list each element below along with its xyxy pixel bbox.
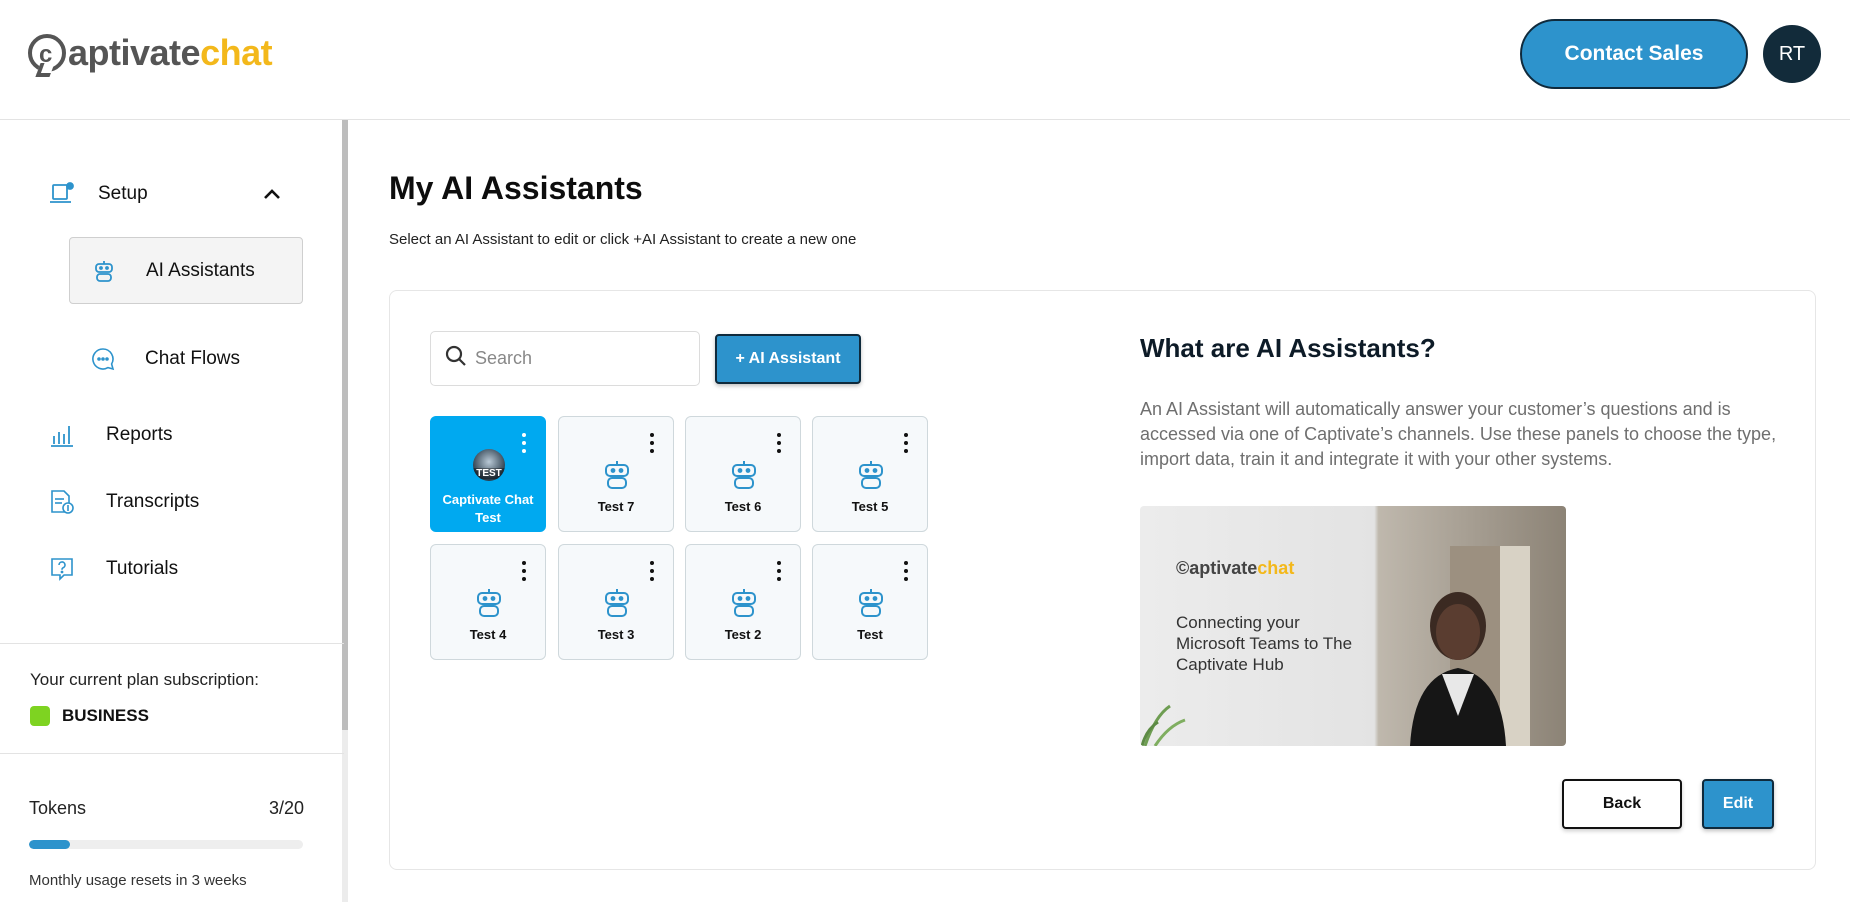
back-button[interactable]: Back	[1562, 779, 1682, 829]
question-icon	[48, 555, 76, 583]
sidebar-item-label: Chat Flows	[145, 348, 241, 369]
sidebar-item-label: Reports	[106, 424, 173, 445]
sidebar-item-tutorials[interactable]: Tutorials	[48, 553, 288, 585]
assistant-tile[interactable]: Test	[812, 544, 928, 660]
more-options-icon[interactable]	[649, 561, 655, 581]
tokens-reset-note: Monthly usage resets in 3 weeks	[29, 872, 247, 889]
assistant-thumbnail: TEST	[473, 449, 505, 481]
assistant-tile[interactable]: Test 7	[558, 416, 674, 532]
search-box[interactable]	[430, 331, 700, 386]
logo-text-accent: chat	[200, 32, 273, 73]
plan-label: Your current plan subscription:	[30, 670, 260, 689]
more-options-icon[interactable]	[776, 433, 782, 453]
tokens-progress-fill	[29, 840, 71, 849]
robot-icon	[477, 589, 501, 617]
assistant-name: Test 4	[469, 627, 507, 642]
info-description: An AI Assistant will automatically answe…	[1140, 399, 1777, 469]
tutorial-video-thumbnail[interactable]: ©aptivatechat Connecting your Microsoft …	[1140, 506, 1566, 746]
plan-badge: BUSINESS	[30, 706, 149, 726]
more-options-icon[interactable]	[521, 561, 527, 581]
robot-icon	[859, 589, 883, 617]
robot-icon	[732, 461, 756, 489]
sidebar-item-label: AI Assistants	[146, 259, 255, 281]
setup-laptop-icon	[48, 180, 76, 208]
assistant-name: Test 3	[597, 627, 635, 642]
sidebar-item-setup[interactable]: Setup	[48, 178, 288, 210]
sidebar-item-transcripts[interactable]: Transcripts	[48, 486, 288, 518]
assistant-tile[interactable]: Test 5	[812, 416, 928, 532]
assistant-tile[interactable]: Test 6	[685, 416, 801, 532]
robot-icon	[90, 257, 118, 285]
robot-icon	[605, 461, 629, 489]
page-title: My AI Assistants	[389, 170, 643, 206]
plant-decoration	[1140, 704, 1186, 746]
assistant-tile[interactable]: Test 3	[558, 544, 674, 660]
plan-name: BUSINESS	[62, 706, 149, 725]
page-subtitle: Select an AI Assistant to edit or click …	[389, 231, 857, 248]
assistant-name: Test 7	[597, 499, 635, 514]
chat-bubble-icon	[89, 345, 117, 373]
presenter-image	[1410, 546, 1530, 746]
tokens-count: 3/20	[268, 798, 304, 818]
contact-sales-button[interactable]: Contact Sales	[1520, 19, 1748, 89]
search-icon	[445, 345, 467, 372]
sidebar-scrollbar-thumb[interactable]	[342, 120, 348, 730]
chevron-up-icon[interactable]	[260, 182, 284, 206]
more-options-icon[interactable]	[649, 433, 655, 453]
assistant-name: Test 5	[851, 499, 889, 514]
sidebar-item-label: Transcripts	[106, 491, 200, 512]
robot-icon	[859, 461, 883, 489]
more-options-icon[interactable]	[903, 561, 909, 581]
tokens-label: Tokens	[29, 798, 87, 818]
more-options-icon[interactable]	[521, 433, 527, 453]
sidebar-item-label: Setup	[98, 183, 148, 204]
video-caption: Connecting your Microsoft Teams to The C…	[1176, 613, 1353, 674]
more-options-icon[interactable]	[903, 433, 909, 453]
sidebar-divider	[0, 753, 344, 754]
assistant-name: Test 2	[724, 627, 762, 642]
sidebar-item-reports[interactable]: Reports	[48, 419, 288, 451]
more-options-icon[interactable]	[776, 561, 782, 581]
sidebar-item-label: Tutorials	[106, 558, 179, 579]
plan-status-dot	[30, 706, 50, 726]
captivatechat-logo[interactable]: c aptivate chat	[28, 28, 273, 78]
assistant-name: Test	[857, 627, 883, 642]
logo-text-dark: aptivate	[68, 32, 201, 73]
user-avatar[interactable]: RT	[1763, 25, 1821, 83]
info-title: What are AI Assistants?	[1140, 333, 1436, 363]
bar-chart-icon	[48, 421, 76, 449]
assistant-tile[interactable]: Test 2	[685, 544, 801, 660]
assistant-tile[interactable]: TEST Captivate Chat Test	[430, 416, 546, 532]
robot-icon	[605, 589, 629, 617]
document-icon	[48, 488, 76, 516]
add-ai-assistant-button[interactable]: + AI Assistant	[715, 334, 861, 384]
search-input[interactable]	[475, 348, 675, 369]
top-header: c aptivate chat Contact Sales RT	[0, 0, 1850, 120]
video-logo: ©aptivatechat	[1176, 558, 1295, 578]
assistant-tile[interactable]: Test 4	[430, 544, 546, 660]
assistant-name: Test 6	[724, 499, 762, 514]
edit-button[interactable]: Edit	[1702, 779, 1774, 829]
sidebar-item-ai-assistants[interactable]: AI Assistants	[69, 237, 303, 304]
sidebar-item-chat-flows[interactable]: Chat Flows	[89, 343, 303, 375]
sidebar-divider	[0, 643, 344, 644]
robot-icon	[732, 589, 756, 617]
tokens-progress-bar	[29, 840, 303, 849]
logo-chat-mark-icon: c	[28, 34, 66, 72]
assistant-name: Captivate Chat Test	[442, 492, 534, 525]
